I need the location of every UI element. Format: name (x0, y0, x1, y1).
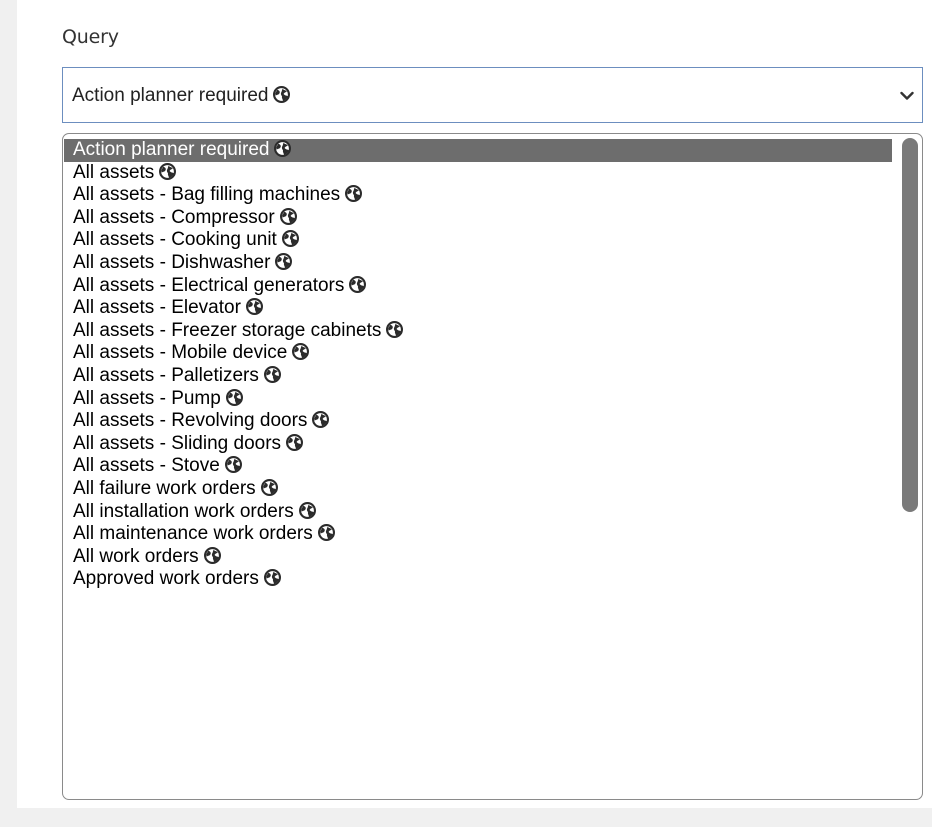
dropdown-option[interactable]: All assets - Sliding doors (64, 433, 892, 456)
globe-icon (279, 207, 297, 225)
globe-icon (312, 411, 330, 429)
option-label: All assets - Pump (73, 387, 221, 409)
dropdown-option[interactable]: All maintenance work orders (64, 523, 892, 546)
globe-icon (263, 365, 281, 383)
dropdown-option[interactable]: All assets - Compressor (64, 207, 892, 230)
dropdown-option[interactable]: All work orders (64, 546, 892, 569)
globe-icon (273, 86, 291, 103)
globe-icon (275, 252, 293, 270)
option-label: All assets - Freezer storage cabinets (73, 319, 382, 341)
scrollbar-thumb[interactable] (902, 138, 918, 512)
option-label: All installation work orders (73, 500, 294, 522)
option-label: All assets - Palletizers (73, 364, 259, 386)
globe-icon (203, 546, 221, 564)
globe-icon (317, 524, 335, 542)
option-label: Action planner required (73, 139, 270, 160)
query-select-value: Action planner required (72, 85, 291, 107)
option-label: All assets - Cooking unit (73, 229, 277, 251)
query-label: Query (62, 26, 119, 48)
dropdown-option[interactable]: All assets - Mobile device (64, 342, 892, 365)
globe-icon (263, 569, 281, 587)
option-label: All assets (73, 161, 155, 183)
query-select[interactable]: Action planner required (62, 67, 923, 123)
dropdown-option[interactable]: All assets - Dishwasher (64, 252, 892, 275)
option-label: All assets - Stove (73, 455, 220, 477)
chevron-down-icon[interactable] (900, 90, 914, 102)
option-label: All failure work orders (73, 477, 256, 499)
dropdown-option[interactable]: All assets - Bag filling machines (64, 184, 892, 207)
option-label: All work orders (73, 545, 199, 567)
option-label: All assets - Bag filling machines (73, 184, 341, 206)
dropdown-option[interactable]: All assets (64, 162, 892, 185)
option-label: All assets - Sliding doors (73, 432, 282, 454)
option-label: All assets - Revolving doors (73, 410, 308, 432)
globe-icon (298, 501, 316, 519)
globe-icon (281, 230, 299, 248)
globe-icon (274, 140, 292, 157)
dropdown-option[interactable]: All assets - Stove (64, 455, 892, 478)
dropdown-option[interactable]: All assets - Pump (64, 388, 892, 411)
option-label: All assets - Compressor (73, 206, 275, 228)
dropdown-option[interactable]: All assets - Elevator (64, 297, 892, 320)
dropdown-option[interactable]: All installation work orders (64, 501, 892, 524)
dropdown-option[interactable]: All assets - Palletizers (64, 365, 892, 388)
query-select-value-text: Action planner required (72, 85, 269, 106)
dropdown-option[interactable]: Approved work orders (64, 568, 892, 591)
dropdown-option[interactable]: All failure work orders (64, 478, 892, 501)
dropdown-option[interactable]: All assets - Revolving doors (64, 410, 892, 433)
dropdown-option[interactable]: Action planner required (64, 139, 892, 162)
globe-icon (345, 185, 363, 203)
globe-icon (224, 456, 242, 474)
globe-icon (386, 320, 404, 338)
globe-icon (286, 433, 304, 451)
option-label: All assets - Dishwasher (73, 251, 271, 273)
option-label: All assets - Elevator (73, 297, 241, 319)
query-dropdown-list[interactable]: Action planner required All assets All a… (62, 133, 923, 800)
options-list: Action planner required All assets All a… (64, 139, 892, 591)
globe-icon (245, 298, 263, 316)
globe-icon (225, 388, 243, 406)
option-label: All maintenance work orders (73, 523, 313, 545)
option-label: All assets - Electrical generators (73, 274, 345, 296)
dropdown-option[interactable]: All assets - Electrical generators (64, 275, 892, 298)
option-label: All assets - Mobile device (73, 342, 288, 364)
option-label: Approved work orders (73, 568, 259, 590)
globe-icon (159, 162, 177, 180)
scrollbar[interactable] (902, 138, 918, 795)
dropdown-option[interactable]: All assets - Freezer storage cabinets (64, 320, 892, 343)
globe-icon (260, 478, 278, 496)
globe-icon (349, 275, 367, 293)
dropdown-option[interactable]: All assets - Cooking unit (64, 229, 892, 252)
globe-icon (292, 343, 310, 361)
